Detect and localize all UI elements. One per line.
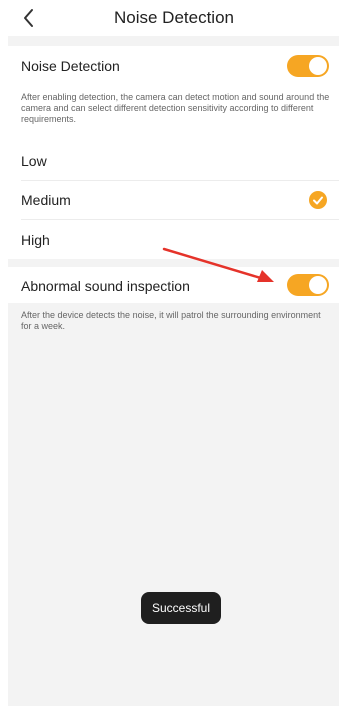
annotation-arrow: [162, 247, 274, 282]
abnormal-sound-toggle[interactable]: [287, 274, 329, 296]
sensitivity-option-low[interactable]: Low: [8, 141, 339, 180]
noise-detection-description: After enabling detection, the camera can…: [21, 92, 330, 124]
toast-message: Successful: [141, 592, 221, 624]
option-label-low: Low: [21, 153, 47, 169]
toggle-knob: [309, 57, 327, 75]
top-bar: Noise Detection: [0, 0, 348, 36]
noise-detection-label: Noise Detection: [21, 58, 120, 74]
checkmark-icon: [309, 191, 327, 209]
toggle-knob: [309, 276, 327, 294]
sensitivity-option-medium[interactable]: Medium: [8, 181, 339, 219]
noise-detection-toggle[interactable]: [287, 55, 329, 77]
option-label-medium: Medium: [21, 192, 71, 208]
page-title: Noise Detection: [113, 8, 234, 27]
abnormal-sound-description: After the device detects the noise, it w…: [21, 310, 321, 331]
option-label-high: High: [21, 232, 50, 248]
noise-detection-card: Noise Detection After enabling detection…: [8, 46, 339, 141]
